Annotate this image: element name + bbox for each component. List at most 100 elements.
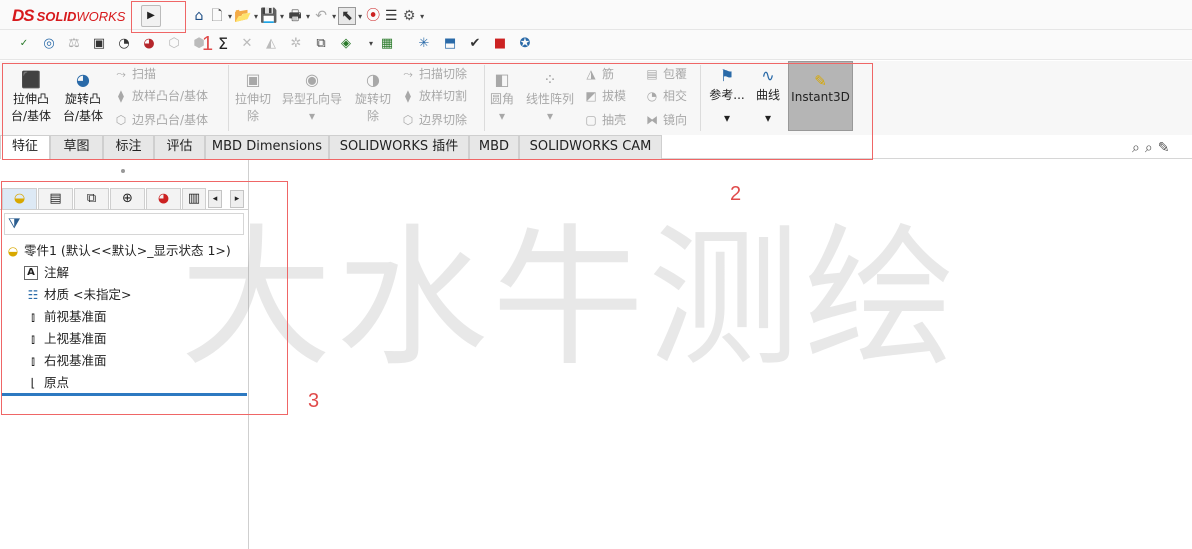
expand-menu-button[interactable]: ▶ [141, 5, 161, 27]
check-circle-icon[interactable]: ✔ [466, 35, 484, 53]
reference-geometry-button[interactable]: ⚑ 参考... ▾ [707, 67, 747, 127]
graphics-area[interactable] [250, 160, 1192, 549]
property-manager-tab[interactable]: ▤ [38, 188, 73, 210]
rebuild-traffic-light-icon[interactable]: ⦿ [364, 7, 382, 25]
draft-button[interactable]: ◩ 拔模 [583, 88, 626, 104]
revolve-boss-button[interactable]: ◕ 旋转凸 台/基体 [60, 71, 106, 125]
chevron-down-icon[interactable]: ▾ [358, 12, 362, 21]
solidworks-logo[interactable]: DS SOLIDWORKS [12, 6, 125, 26]
intersect-button[interactable]: ◔ 相交 [644, 88, 687, 104]
loft-button[interactable]: ⧫ 放样凸台/基体 [113, 88, 208, 104]
undo-icon[interactable]: ↶ [312, 7, 330, 25]
chevron-down-icon[interactable]: ▾ [254, 12, 258, 21]
chevron-down-icon[interactable]: ▾ [280, 12, 284, 21]
interference-icon[interactable]: ✳ [415, 35, 433, 53]
fillet-button[interactable]: ◧ 圆角 ▾ [487, 71, 517, 125]
chevron-down-icon[interactable]: ▾ [332, 12, 336, 21]
statistics-icon[interactable]: ◕ [140, 35, 158, 53]
tab-scroll-left-button[interactable]: ◂ [208, 190, 222, 208]
cam-manager-tab[interactable]: ▥ [182, 188, 206, 210]
chevron-down-icon[interactable]: ▾ [278, 108, 346, 125]
chevron-down-icon[interactable]: ▾ [707, 110, 747, 127]
draft-analysis-icon[interactable]: ◭ [262, 35, 280, 53]
options-gear-icon[interactable]: ⚙ [400, 7, 418, 25]
mass-properties-icon[interactable]: ⚖ [65, 35, 83, 53]
file-properties-icon[interactable]: ☰ [382, 7, 400, 25]
tab-markup[interactable]: 标注 [103, 135, 154, 159]
tab-evaluate[interactable]: 评估 [154, 135, 205, 159]
curves-button[interactable]: ∿ 曲线 ▾ [750, 67, 786, 127]
export-excel-icon[interactable]: ▦ [378, 35, 396, 53]
rib-button[interactable]: ◮ 筋 [583, 66, 614, 82]
wrap-button[interactable]: ▤ 包覆 [644, 66, 687, 82]
tab-features[interactable]: 特征 [0, 135, 50, 160]
tree-item-label: 前视基准面 [44, 309, 107, 324]
undercut-icon[interactable]: ✲ [287, 35, 305, 53]
swept-cut-button[interactable]: ⤳ 扫描切除 [400, 66, 467, 82]
tab-solidworks-cam[interactable]: SOLIDWORKS CAM [519, 135, 662, 159]
shell-button[interactable]: ▢ 抽壳 [583, 112, 626, 128]
compare-icon[interactable]: ◈ [337, 35, 355, 53]
new-document-icon[interactable]: 🗋 [208, 7, 226, 25]
deviation-analysis-icon[interactable]: ✕ [238, 35, 256, 53]
boundary-cut-button[interactable]: ⬡ 边界切除 [400, 112, 467, 128]
extrude-cut-button[interactable]: ▣ 拉伸切 除 [230, 71, 276, 125]
boundary-boss-icon: ⬡ [115, 113, 127, 127]
panel-grip[interactable] [121, 169, 125, 173]
spell-check-icon[interactable]: ✓ [15, 35, 33, 53]
instant3d-button[interactable]: ✎ Instant3D [788, 61, 853, 131]
home-icon[interactable]: ⌂ [190, 7, 208, 25]
import-diagnostics-icon[interactable]: ⬒ [441, 35, 459, 53]
rollback-bar[interactable] [2, 393, 247, 396]
tab-sketch[interactable]: 草图 [50, 135, 103, 159]
symmetry-check-icon[interactable]: ✪ [516, 35, 534, 53]
chevron-down-icon[interactable]: ▾ [522, 108, 578, 125]
revolve-cut-button[interactable]: ◑ 旋转切 除 [350, 71, 396, 125]
chevron-down-icon[interactable]: ▾ [487, 108, 517, 125]
chevron-down-icon[interactable]: ▾ [306, 12, 310, 21]
zoom-to-fit-icon[interactable]: ⌕ [1132, 140, 1145, 156]
revolve-boss-icon: ◕ [76, 70, 90, 89]
chevron-down-icon[interactable]: ▾ [750, 110, 786, 127]
check-icon[interactable]: ⬡ [165, 35, 183, 53]
equations-sigma-icon[interactable]: Σ [214, 35, 232, 53]
previous-view-icon[interactable]: ✎ [1158, 140, 1175, 156]
tree-item-origin[interactable]: ⌊ 原点 [24, 373, 69, 393]
feature-manager-tab[interactable]: ◒ [2, 188, 37, 210]
tree-item-annotations[interactable]: A 注解 [24, 263, 69, 283]
boundary-boss-button[interactable]: ⬡ 边界凸台/基体 [113, 112, 208, 128]
swept-cut-label: 扫描切除 [419, 67, 468, 81]
tree-item-material[interactable]: ☷ 材质 <未指定> [24, 285, 132, 305]
display-manager-tab[interactable]: ◕ [146, 188, 181, 210]
linear-pattern-button[interactable]: ⁘ 线性阵列 ▾ [522, 71, 578, 125]
zoom-area-icon[interactable]: ⌕ [1145, 140, 1158, 156]
sensor-icon[interactable]: ◔ [115, 35, 133, 53]
tree-filter-field[interactable]: ⧩ [4, 213, 244, 235]
chevron-down-icon[interactable]: ▾ [228, 12, 232, 21]
tab-solidworks-addins[interactable]: SOLIDWORKS 插件 [329, 135, 469, 159]
sweep-button[interactable]: ⤳ 扫描 [113, 66, 156, 82]
chevron-down-icon[interactable]: ▾ [420, 12, 424, 21]
tree-root-part[interactable]: ◒ 零件1 (默认<<默认>_显示状态 1>) [4, 241, 231, 261]
lofted-cut-button[interactable]: ⧫ 放样切割 [400, 88, 467, 104]
hole-wizard-button[interactable]: ◉ 异型孔向导 ▾ [278, 71, 346, 125]
configuration-manager-tab[interactable]: ⧉ [74, 188, 109, 210]
tree-item-right-plane[interactable]: ⫾ 右视基准面 [24, 351, 106, 371]
tab-mbd-dimensions[interactable]: MBD Dimensions [205, 135, 329, 159]
measure-icon[interactable]: ◎ [40, 35, 58, 53]
dimxpert-manager-tab[interactable]: ⊕ [110, 188, 145, 210]
extrude-boss-button[interactable]: ⬛ 拉伸凸 台/基体 [8, 71, 54, 125]
instant3d-icon: ✎ [814, 72, 827, 90]
thickness-icon[interactable]: ■ [491, 35, 509, 53]
tab-mbd[interactable]: MBD [469, 135, 519, 159]
print-icon[interactable]: 🖶 [286, 7, 304, 25]
tree-item-front-plane[interactable]: ⫾ 前视基准面 [24, 307, 107, 327]
mirror-button[interactable]: ⧓ 镜向 [644, 112, 687, 128]
tab-scroll-right-button[interactable]: ▸ [230, 190, 244, 208]
section-properties-icon[interactable]: ▣ [90, 35, 108, 53]
tree-item-top-plane[interactable]: ⫾ 上视基准面 [24, 329, 106, 349]
select-cursor-icon[interactable]: ⬉ [338, 7, 357, 25]
copy-settings-icon[interactable]: ⧉ [312, 35, 330, 53]
open-folder-icon[interactable]: 📂 [234, 7, 252, 25]
save-icon[interactable]: 💾 [260, 7, 278, 25]
